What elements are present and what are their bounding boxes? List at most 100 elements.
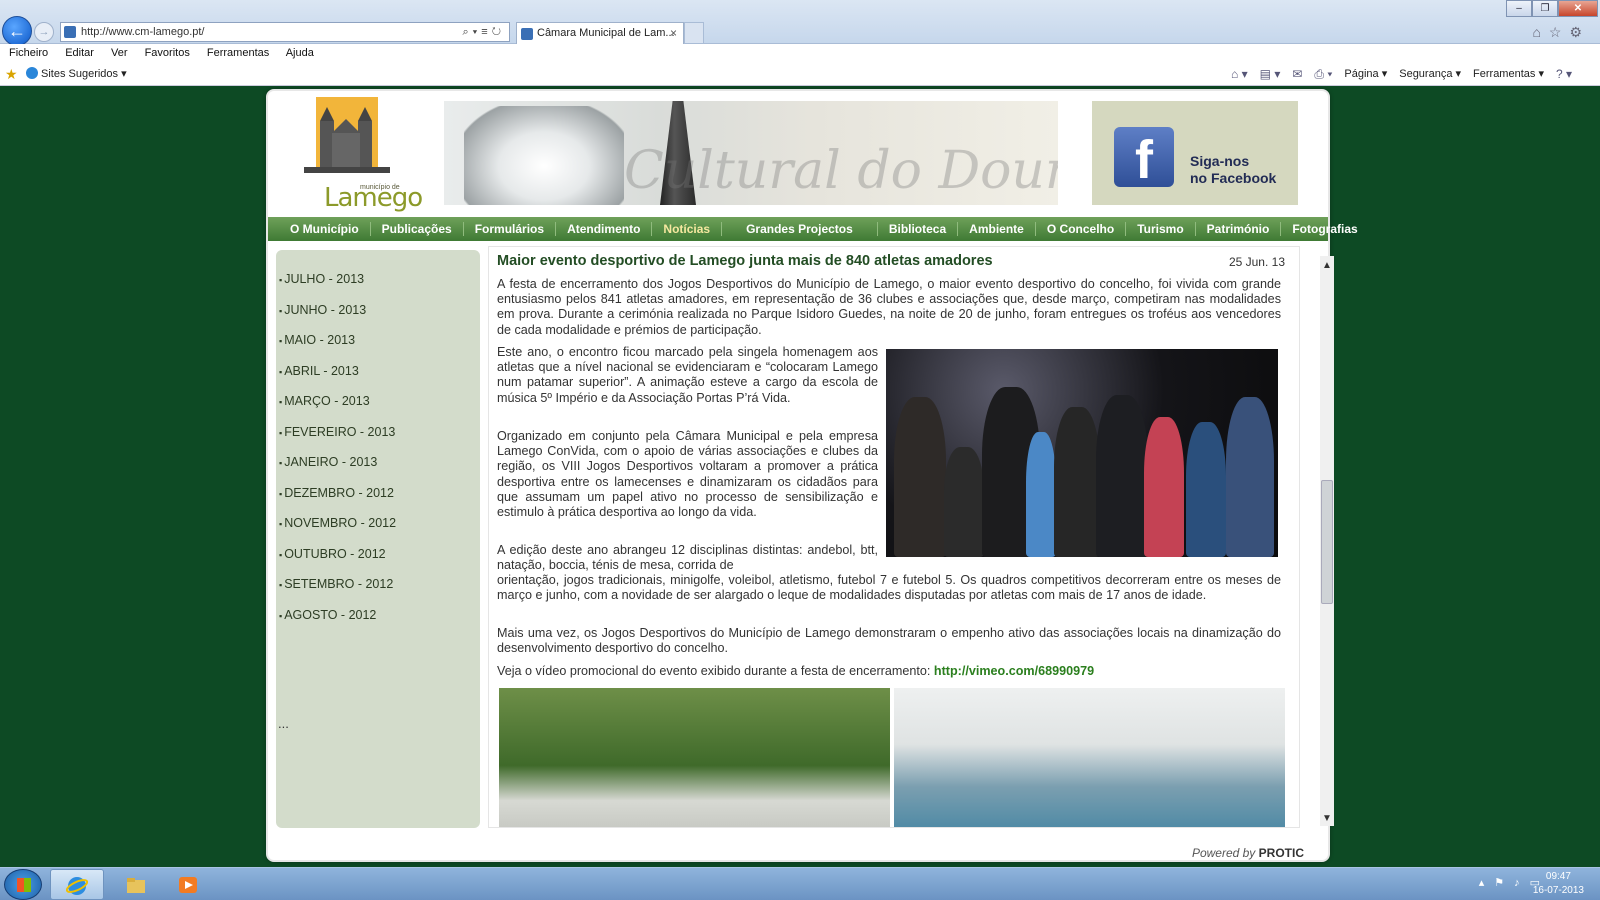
article-title: Maior evento desportivo de Lamego junta …: [497, 253, 993, 269]
vimeo-link[interactable]: http://vimeo.com/68990979: [934, 664, 1094, 678]
archive-item-label: MARÇO - 2013: [284, 394, 370, 408]
close-window-button[interactable]: ✕: [1558, 0, 1598, 17]
taskbar-clock[interactable]: 09:47 16-07-2013: [1533, 870, 1584, 898]
nav-atendimento[interactable]: Atendimento: [556, 222, 653, 236]
nav-grandes-projectos[interactable]: Grandes Projectos: [722, 222, 878, 236]
powered-by[interactable]: Powered by PROTIC: [1192, 846, 1304, 860]
archive-item[interactable]: ▪ MARÇO - 2013: [279, 394, 370, 408]
web-page: município de Lamego Cultural do Douro f …: [266, 89, 1358, 862]
archive-item-label: DEZEMBRO - 2012: [284, 486, 394, 500]
taskbar-internet-explorer[interactable]: [50, 869, 104, 900]
back-button[interactable]: ←: [2, 16, 32, 46]
nav-patrimonio[interactable]: Património: [1196, 222, 1282, 236]
search-refresh-icons[interactable]: ⌕▾≡↻: [463, 23, 505, 41]
print-icon[interactable]: ⎙ ▾: [1314, 64, 1332, 84]
archive-item[interactable]: ▪ ABRIL - 2013: [279, 364, 359, 378]
menu-ver[interactable]: Ver: [111, 47, 128, 59]
archive-sidebar: ▪ JULHO - 2013 ▪ JUNHO - 2013 ▪ MAIO - 2013…: [276, 250, 480, 828]
archive-item[interactable]: ▪ OUTUBRO - 2012: [279, 547, 386, 561]
archive-item[interactable]: ▪ FEVEREIRO - 2013: [279, 425, 395, 439]
mail-icon[interactable]: ✉: [1292, 64, 1302, 84]
archive-item-label: JUNHO - 2013: [284, 303, 367, 317]
scroll-thumb[interactable]: [1321, 480, 1333, 604]
security-menu[interactable]: Segurança ▾: [1399, 64, 1461, 84]
nav-noticias[interactable]: Notícias: [652, 222, 723, 236]
nav-fotografias[interactable]: Fotografias: [1281, 222, 1368, 236]
tools-menu-label: Ferramentas: [1473, 68, 1536, 80]
tools-menu[interactable]: Ferramentas ▾: [1473, 64, 1544, 84]
article-paragraph: Mais uma vez, os Jogos Desportivos do Mu…: [497, 626, 1281, 656]
archive-item-label: JANEIRO - 2013: [284, 455, 378, 469]
menu-favoritos[interactable]: Favoritos: [145, 47, 190, 59]
archive-more[interactable]: ...: [278, 716, 289, 731]
archive-item[interactable]: ▪ AGOSTO - 2012: [279, 608, 376, 622]
page-menu[interactable]: Página ▾: [1344, 64, 1387, 84]
archive-item[interactable]: ▪ JUNHO - 2013: [279, 303, 366, 317]
command-bar: ⌂ ▾ ▤ ▾ ✉ ⎙ ▾ Página ▾ Segurança ▾ Ferra…: [1231, 64, 1572, 84]
site-favicon-icon: [64, 26, 76, 38]
archive-item[interactable]: ▪ MAIO - 2013: [279, 333, 355, 347]
nav-publicacoes[interactable]: Publicações: [371, 222, 464, 236]
home-icon[interactable]: ⌂ ▾: [1231, 64, 1248, 84]
archive-item-label: ABRIL - 2013: [284, 364, 359, 378]
facebook-text-line2: no Facebook: [1190, 170, 1277, 186]
facebook-icon: f: [1114, 127, 1174, 190]
archive-item[interactable]: ▪ DEZEMBRO - 2012: [279, 486, 394, 500]
logo-name: Lamego: [324, 183, 423, 213]
taskbar-media-player[interactable]: [162, 869, 216, 900]
video-text: Veja o vídeo promocional do evento exibi…: [497, 664, 931, 678]
forward-button[interactable]: →: [34, 22, 54, 42]
scroll-down-icon[interactable]: ▼: [1320, 813, 1334, 824]
powered-by-brand: PROTIC: [1258, 846, 1304, 860]
nav-o-municipio[interactable]: O Município: [268, 222, 371, 236]
feeds-icon[interactable]: ▤ ▾: [1260, 64, 1281, 84]
facebook-banner[interactable]: f Siga-nos no Facebook: [1092, 101, 1298, 205]
nav-biblioteca[interactable]: Biblioteca: [878, 222, 959, 236]
archive-item-label: NOVEMBRO - 2012: [284, 516, 397, 530]
address-text: http://www.cm-lamego.pt/: [81, 26, 205, 38]
tab-close-icon[interactable]: ×: [670, 23, 677, 43]
nav-ambiente[interactable]: Ambiente: [958, 222, 1036, 236]
archive-item[interactable]: ▪ JULHO - 2013: [279, 272, 364, 286]
ceremony-photo[interactable]: [886, 349, 1278, 557]
restore-button[interactable]: ❐: [1532, 0, 1558, 17]
menu-editar[interactable]: Editar: [65, 47, 94, 59]
nav-turismo[interactable]: Turismo: [1126, 222, 1196, 236]
home-favorites-settings-icons[interactable]: ⌂☆⚙: [1532, 24, 1590, 41]
start-button[interactable]: [4, 869, 42, 900]
menu-ficheiro[interactable]: Ficheiro: [9, 47, 48, 59]
suggested-sites-label: Sites Sugeridos: [41, 68, 119, 80]
favorites-star-icon[interactable]: ★: [5, 64, 18, 84]
windows-taskbar: ▴⚑♪▭ 09:47 16-07-2013: [0, 867, 1600, 900]
swimming-pool-photo[interactable]: [894, 688, 1285, 827]
menu-ajuda[interactable]: Ajuda: [286, 47, 314, 59]
new-tab-button[interactable]: [684, 22, 704, 44]
archive-item[interactable]: ▪ NOVEMBRO - 2012: [279, 516, 396, 530]
municipio-lamego-logo[interactable]: município de Lamego: [292, 97, 423, 213]
address-bar[interactable]: http://www.cm-lamego.pt/ ⌕▾≡↻: [60, 22, 510, 42]
article-date: 25 Jun. 13: [1228, 255, 1285, 269]
scroll-up-icon[interactable]: ▲: [1320, 260, 1334, 271]
nav-formularios[interactable]: Formulários: [464, 222, 557, 236]
clock-time: 09:47: [1545, 871, 1571, 882]
help-icon[interactable]: ? ▾: [1556, 64, 1572, 84]
tab-cm-lamego[interactable]: Câmara Municipal de Lam... ×: [516, 22, 684, 44]
content-scrollbar[interactable]: ▲ ▼: [1320, 256, 1334, 826]
favorites-bar: ★ Sites Sugeridos ▾ ⌂ ▾ ▤ ▾ ✉ ⎙ ▾ Página…: [0, 64, 1600, 86]
nav-o-concelho[interactable]: O Concelho: [1036, 222, 1127, 236]
archive-item[interactable]: ▪ JANEIRO - 2013: [279, 455, 377, 469]
archive-item-label: AGOSTO - 2012: [284, 608, 377, 622]
suggested-sites-button[interactable]: Sites Sugeridos ▾: [26, 64, 127, 84]
windows-logo-icon: [17, 878, 31, 892]
media-player-icon: [179, 877, 197, 893]
security-menu-label: Segurança: [1399, 68, 1453, 80]
article-content: Maior evento desportivo de Lamego junta …: [488, 246, 1300, 828]
archive-item[interactable]: ▪ SETEMBRO - 2012: [279, 577, 393, 591]
taskbar-file-explorer[interactable]: [110, 869, 164, 900]
minimize-button[interactable]: –: [1506, 0, 1532, 17]
menu-ferramentas[interactable]: Ferramentas: [207, 47, 269, 59]
menu-bar: Ficheiro Editar Ver Favoritos Ferramenta…: [0, 44, 1600, 64]
ie-icon: [26, 67, 38, 79]
facebook-text-line1: Siga-nos: [1190, 153, 1250, 169]
outdoor-event-photo[interactable]: [499, 688, 890, 827]
